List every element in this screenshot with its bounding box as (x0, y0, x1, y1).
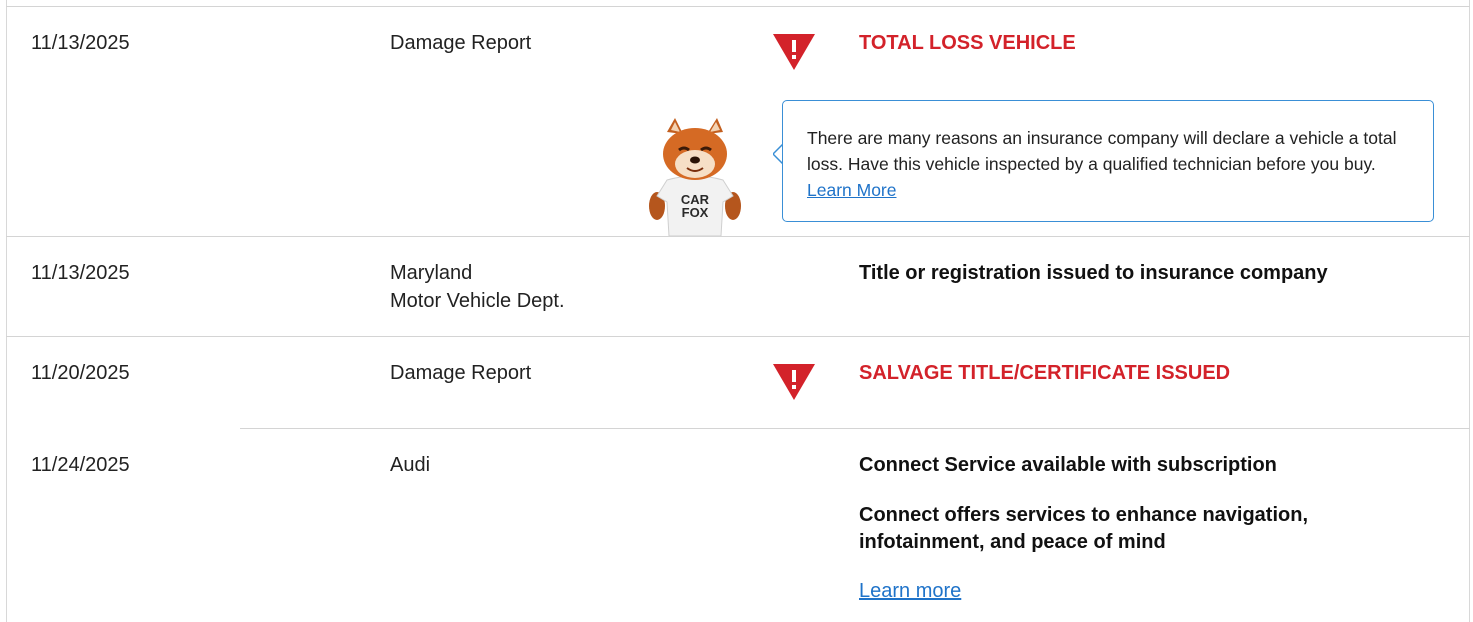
row-divider (6, 236, 1470, 237)
row-date: 11/13/2025 (31, 32, 130, 54)
alert-total-loss: TOTAL LOSS VEHICLE (859, 32, 1076, 54)
row-source: Damage Report (390, 362, 532, 384)
row-date: 11/20/2025 (31, 362, 130, 384)
row-divider (240, 428, 1470, 429)
carfox-mascot-icon: CAR FOX (649, 118, 741, 236)
row-divider (6, 6, 1470, 7)
row-date: 11/24/2025 (31, 454, 130, 476)
row-comment: Title or registration issued to insuranc… (859, 262, 1328, 284)
row-divider (6, 336, 1470, 337)
total-loss-info-bubble: There are many reasons an insurance comp… (782, 100, 1434, 222)
row-source-line1: Maryland (390, 262, 473, 284)
row-source: Audi (390, 454, 431, 476)
mascot-shirt-line2: FOX (682, 205, 709, 220)
row-comment-subscription: Connect Service available with subscript… (859, 454, 1277, 476)
learn-more-link[interactable]: Learn more (859, 577, 961, 605)
alert-salvage-title: SALVAGE TITLE/CERTIFICATE ISSUED (859, 362, 1231, 384)
row-comment-services-line2: infotainment, and peace of mind (859, 531, 1166, 553)
bubble-text: There are many reasons an insurance comp… (807, 128, 1397, 174)
row-source-line2: Motor Vehicle Dept. (390, 290, 565, 312)
learn-more-link[interactable]: Learn More (807, 180, 897, 200)
warning-triangle-icon (773, 34, 815, 70)
row-comment-services-line1: Connect offers services to enhance navig… (859, 504, 1309, 526)
row-source: Damage Report (390, 32, 532, 54)
warning-triangle-icon (773, 364, 815, 400)
row-date: 11/13/2025 (31, 262, 130, 284)
